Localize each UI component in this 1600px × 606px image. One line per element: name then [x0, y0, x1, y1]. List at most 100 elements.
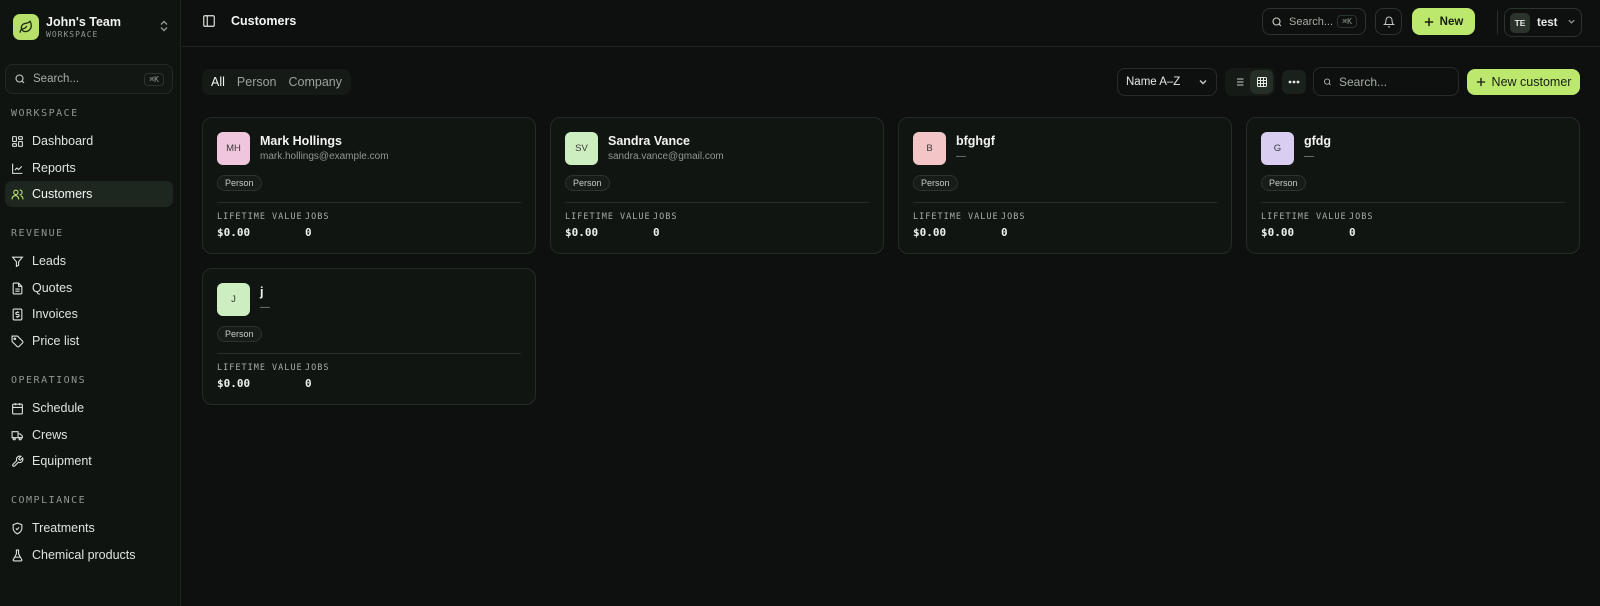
avatar: J [217, 283, 250, 316]
sidebar: John's Team WORKSPACE Search... ⌘K WORKS… [0, 0, 181, 606]
avatar: MH [217, 132, 250, 165]
page-title: Customers [231, 14, 297, 28]
sidebar-item-label: Treatments [32, 521, 95, 535]
customer-name: Mark Hollings [260, 134, 342, 148]
lifetime-value: $0.00 [217, 226, 251, 239]
global-search[interactable]: Search... ⌘K [1262, 8, 1366, 35]
jobs-label: JOBS [1001, 212, 1026, 222]
lifetime-value-label: LIFETIME VALUE [913, 212, 999, 222]
customer-name: gfdg [1304, 134, 1332, 148]
shortcut-badge: ⌘K [144, 72, 164, 86]
customer-email: — [1304, 151, 1314, 162]
sidebar-item-leads[interactable]: Leads [5, 248, 173, 274]
dashboard-icon [12, 135, 23, 147]
divider [913, 202, 1217, 203]
lifetime-value-label: LIFETIME VALUE [217, 212, 303, 222]
notifications-button[interactable] [1375, 8, 1402, 35]
customer-name: bfghgf [956, 134, 995, 148]
sort-label: Name A–Z [1126, 76, 1181, 88]
plus-icon [1476, 77, 1485, 87]
invoice-icon [12, 308, 23, 320]
lifetime-value: $0.00 [913, 226, 947, 239]
jobs-count: 0 [1001, 226, 1008, 239]
flask-icon [12, 549, 23, 561]
avatar: SV [565, 132, 598, 165]
leaf-logo-icon [13, 14, 39, 40]
customer-email: — [260, 302, 270, 313]
sidebar-item-dashboard[interactable]: Dashboard [5, 128, 173, 154]
list-view-button[interactable] [1227, 70, 1250, 94]
tab-all[interactable]: All [206, 69, 230, 95]
sidebar-item-equipment[interactable]: Equipment [5, 448, 173, 474]
divider [1261, 202, 1565, 203]
calendar-icon [12, 402, 23, 414]
lifetime-value: $0.00 [217, 377, 251, 390]
lifetime-value-label: LIFETIME VALUE [565, 212, 651, 222]
sidebar-item-crews[interactable]: Crews [5, 422, 173, 448]
chevron-down-icon [1567, 17, 1576, 28]
customer-search-input[interactable] [1339, 74, 1449, 89]
sidebar-item-label: Equipment [32, 454, 92, 468]
wrench-icon [12, 455, 24, 467]
topbar: Customers Search... ⌘K New TE test [182, 0, 1600, 47]
customer-type-badge: Person [217, 326, 262, 342]
jobs-count: 0 [1349, 226, 1356, 239]
document-icon [12, 282, 23, 294]
grid-view-button[interactable] [1250, 70, 1273, 94]
jobs-count: 0 [653, 226, 660, 239]
sidebar-search-label: Search... [33, 73, 80, 85]
sidebar-item-label: Crews [32, 428, 68, 442]
jobs-label: JOBS [1349, 212, 1374, 222]
sidebar-item-label: Price list [32, 334, 80, 348]
new-button[interactable]: New [1412, 8, 1475, 35]
ellipsis-icon [1288, 80, 1300, 84]
customer-card[interactable]: MH Mark Hollings mark.hollings@example.c… [202, 117, 536, 254]
user-name: test [1537, 16, 1558, 29]
jobs-label: JOBS [653, 212, 678, 222]
avatar: G [1261, 132, 1294, 165]
chevron-down-icon [1199, 80, 1207, 85]
section-title-operations: OPERATIONS [11, 375, 87, 386]
customer-card[interactable]: SV Sandra Vance sandra.vance@gmail.com P… [550, 117, 884, 254]
customer-card[interactable]: B bfghgf — Person LIFETIME VALUE JOBS $0… [898, 117, 1232, 254]
workspace-switcher[interactable]: John's Team WORKSPACE [13, 13, 169, 41]
avatar: B [913, 132, 946, 165]
customer-type-badge: Person [565, 175, 610, 191]
sidebar-item-label: Leads [32, 254, 67, 268]
section-title-compliance: COMPLIANCE [11, 495, 87, 506]
more-options-button[interactable] [1282, 70, 1306, 94]
tab-company[interactable]: Company [284, 69, 348, 95]
sidebar-item-quotes[interactable]: Quotes [5, 275, 173, 301]
tab-person[interactable]: Person [232, 69, 282, 95]
customer-card[interactable]: J j — Person LIFETIME VALUE JOBS $0.00 0 [202, 268, 536, 405]
search-icon [1272, 16, 1282, 26]
sort-select[interactable]: Name A–Z [1117, 68, 1217, 96]
customer-email: mark.hollings@example.com [260, 151, 389, 162]
sidebar-item-price-list[interactable]: Price list [5, 328, 173, 354]
filter-icon [11, 256, 24, 267]
shortcut-badge: ⌘K [1337, 15, 1357, 28]
sidebar-item-customers[interactable]: Customers [5, 181, 173, 207]
divider [217, 353, 521, 354]
user-menu[interactable]: TE test [1504, 8, 1582, 37]
lifetime-value: $0.00 [1261, 226, 1295, 239]
sidebar-item-reports[interactable]: Reports [5, 155, 173, 181]
sidebar-search[interactable]: Search... ⌘K [5, 64, 173, 94]
plus-icon [1424, 17, 1433, 26]
sidebar-item-chemical-products[interactable]: Chemical products [5, 542, 173, 568]
shield-icon [12, 522, 23, 535]
workspace-label: WORKSPACE [46, 29, 99, 39]
customer-card[interactable]: G gfdg — Person LIFETIME VALUE JOBS $0.0… [1246, 117, 1580, 254]
view-toggle [1225, 68, 1275, 96]
workspace-name: John's Team [46, 14, 121, 29]
customer-search [1313, 67, 1459, 96]
sidebar-toggle-icon[interactable] [202, 14, 216, 31]
sidebar-item-treatments[interactable]: Treatments [5, 515, 173, 541]
sidebar-item-label: Dashboard [32, 134, 94, 148]
customer-name: j [260, 285, 264, 299]
search-icon [15, 74, 25, 84]
new-customer-button[interactable]: New customer [1467, 69, 1580, 95]
sidebar-item-schedule[interactable]: Schedule [5, 395, 173, 421]
list-icon [1234, 78, 1243, 86]
sidebar-item-invoices[interactable]: Invoices [5, 301, 173, 327]
